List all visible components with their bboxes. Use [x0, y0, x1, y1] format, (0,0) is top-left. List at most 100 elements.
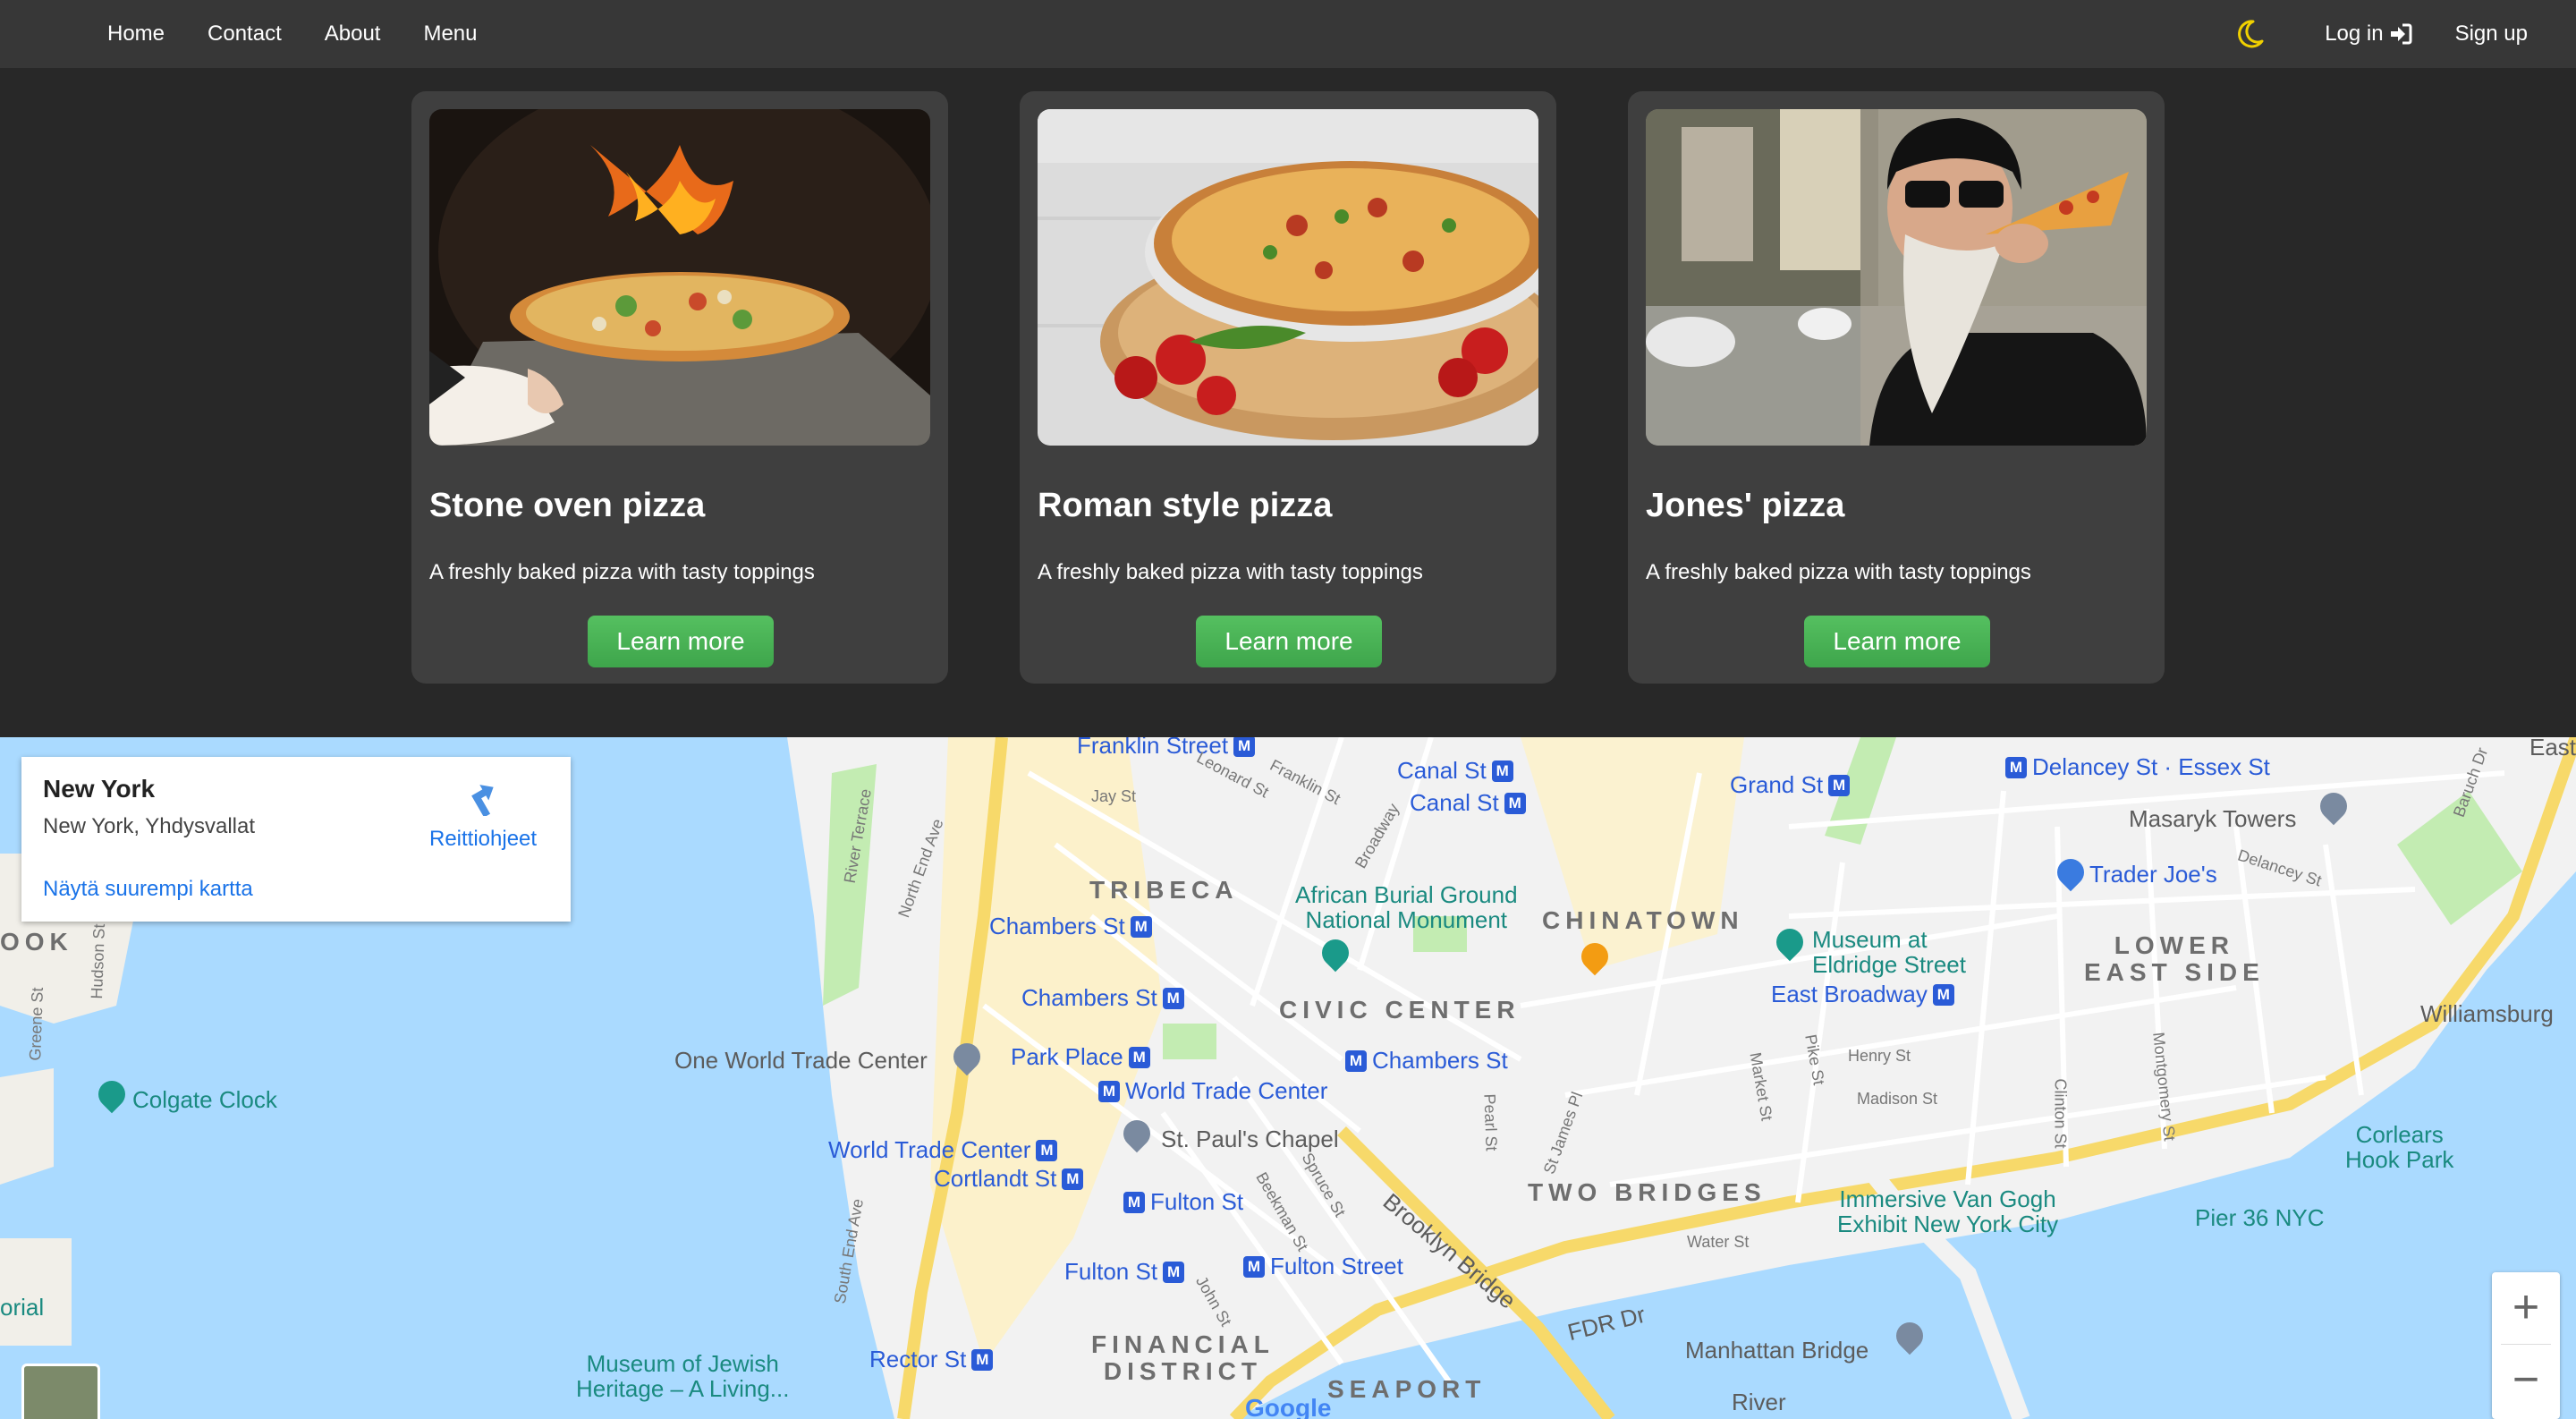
metro-icon: M — [1828, 774, 1851, 796]
directions-link[interactable]: Reittiohjeet — [429, 827, 537, 852]
learn-more-button[interactable]: Learn more — [1804, 616, 1990, 667]
card-description: A freshly baked pizza with tasty topping… — [1038, 560, 1423, 584]
place-label[interactable]: African Burial Ground National Monument — [1295, 882, 1518, 932]
subway-station[interactable]: M World Trade Center — [1093, 1077, 1327, 1105]
subway-station[interactable]: M Fulton Street — [1238, 1253, 1403, 1280]
place-title: New York — [43, 775, 156, 803]
subway-station[interactable]: Fulton St M — [1064, 1258, 1190, 1286]
station-label: World Trade Center — [828, 1136, 1031, 1163]
station-label: Chambers St — [1372, 1047, 1508, 1074]
metro-icon: M — [1098, 1080, 1120, 1102]
card-title: Roman style pizza — [1038, 487, 1333, 524]
station-label: Fulton Street — [1270, 1253, 1403, 1279]
pizza-card: Jones' pizza A freshly baked pizza with … — [1628, 91, 2165, 684]
nav-about-link[interactable]: About — [303, 21, 402, 47]
login-label: Log in — [2325, 21, 2384, 46]
metro-icon: M — [1491, 760, 1513, 782]
place-label[interactable]: St. Paul's Chapel — [1161, 1126, 1339, 1153]
metro-icon: M — [1504, 792, 1526, 814]
map-info-card: New York New York, Yhdysvallat Näytä suu… — [21, 757, 571, 922]
place-label[interactable]: Williamsburg — [2420, 1000, 2554, 1028]
metro-icon: M — [1163, 1261, 1185, 1283]
place-label[interactable]: Manhattan Bridge — [1685, 1337, 1868, 1364]
subway-station[interactable]: World Trade Center M — [828, 1136, 1063, 1164]
nav-right: Log in Sign up — [2232, 16, 2549, 52]
larger-map-link[interactable]: Näytä suurempi kartta — [43, 877, 253, 902]
learn-more-button[interactable]: Learn more — [588, 616, 774, 667]
stone-oven-pizza-image — [429, 109, 930, 446]
pizza-card: Roman style pizza A freshly baked pizza … — [1020, 91, 1556, 684]
subway-station[interactable]: Cortlandt St M — [934, 1165, 1089, 1193]
embedded-map[interactable]: New York New York, Yhdysvallat Näytä suu… — [0, 737, 2576, 1419]
metro-icon: M — [1128, 1046, 1150, 1068]
zoom-controls: + − — [2492, 1272, 2560, 1419]
login-link[interactable]: Log in — [2303, 21, 2433, 47]
subway-station[interactable]: Franklin Street M — [1077, 737, 1260, 760]
subway-station[interactable]: East Broadway M — [1771, 981, 1960, 1008]
metro-icon: M — [1243, 1255, 1265, 1278]
zoom-out-button[interactable]: − — [2492, 1345, 2560, 1416]
metro-icon: M — [1123, 1191, 1145, 1213]
district-label: TRIBECA — [1089, 876, 1239, 904]
station-label: Delancey St · Essex St — [2032, 753, 2270, 780]
directions-icon[interactable] — [469, 777, 508, 816]
district-label: TWO BRIDGES — [1528, 1178, 1767, 1206]
subway-station[interactable]: Canal St M — [1397, 757, 1519, 785]
station-label: Fulton St — [1150, 1188, 1244, 1215]
district-label: CIVIC CENTER — [1279, 996, 1521, 1024]
jones-pizza-image — [1646, 109, 2147, 446]
place-label[interactable]: Masaryk Towers — [2129, 805, 2296, 833]
card-description: A freshly baked pizza with tasty topping… — [429, 560, 815, 584]
station-label: Chambers St — [1021, 984, 1157, 1011]
subway-station[interactable]: M Delancey St · Essex St — [2000, 753, 2270, 781]
street-label: Henry St — [1848, 1047, 1911, 1065]
metro-icon: M — [1233, 737, 1256, 757]
subway-station[interactable]: Park Place M — [1011, 1043, 1156, 1071]
street-label: East R — [2529, 737, 2576, 760]
subway-station[interactable]: M Fulton St — [1118, 1188, 1243, 1216]
card-title: Jones' pizza — [1646, 487, 1845, 524]
place-label[interactable]: Immersive Van Gogh Exhibit New York City — [1837, 1186, 2058, 1236]
pizza-card: Stone oven pizza A freshly baked pizza w… — [411, 91, 948, 684]
moon-icon[interactable] — [2232, 16, 2267, 52]
nav-contact-link[interactable]: Contact — [186, 21, 303, 47]
district-label: SEAPORT — [1327, 1375, 1487, 1403]
subway-station[interactable]: Canal St M — [1410, 789, 1531, 817]
place-label[interactable]: One World Trade Center — [674, 1047, 928, 1075]
subway-station[interactable]: Chambers St M — [989, 913, 1157, 940]
pizza-cards: Stone oven pizza A freshly baked pizza w… — [411, 91, 2165, 684]
nav-menu-link[interactable]: Menu — [402, 21, 498, 47]
subway-station[interactable]: Grand St M — [1730, 771, 1855, 799]
satellite-toggle-button[interactable] — [21, 1364, 100, 1419]
place-label: orial — [0, 1294, 45, 1321]
place-label[interactable]: Trader Joe's — [2089, 861, 2217, 888]
street-label: Madison St — [1857, 1090, 1938, 1108]
sign-in-icon — [2390, 23, 2412, 45]
street-label: Greene St — [26, 987, 47, 1061]
place-label[interactable]: Museum at Eldridge Street — [1812, 927, 1966, 977]
metro-icon: M — [1062, 1168, 1084, 1190]
metro-icon: M — [2005, 756, 2027, 778]
subway-station[interactable]: M Chambers St — [1340, 1047, 1508, 1075]
street-label: Clinton St — [2051, 1078, 2070, 1149]
subway-station[interactable]: Rector St M — [869, 1346, 998, 1373]
station-label: East Broadway — [1771, 981, 1928, 1007]
metro-icon: M — [1036, 1139, 1058, 1161]
zoom-in-button[interactable]: + — [2492, 1272, 2560, 1344]
google-logo-text: Google — [1245, 1394, 1332, 1419]
subway-station[interactable]: Chambers St M — [1021, 984, 1190, 1012]
place-label[interactable]: Pier 36 NYC — [2195, 1204, 2325, 1232]
district-label: FINANCIAL DISTRICT — [1091, 1330, 1275, 1385]
place-label[interactable]: Colgate Clock — [132, 1086, 277, 1114]
place-label[interactable]: Corlears Hook Park — [2345, 1122, 2453, 1172]
signup-link[interactable]: Sign up — [2434, 21, 2549, 47]
place-label[interactable]: Museum of Jewish Heritage – A Living... — [576, 1351, 789, 1401]
nav-home-link[interactable]: Home — [86, 21, 186, 47]
metro-icon: M — [1932, 983, 1954, 1006]
station-label: Canal St — [1410, 789, 1499, 816]
metro-icon: M — [1162, 987, 1184, 1009]
station-label: Rector St — [869, 1346, 967, 1372]
learn-more-button[interactable]: Learn more — [1196, 616, 1382, 667]
nav-links: Home Contact About Menu — [86, 21, 499, 47]
street-label: Pearl St — [1480, 1093, 1501, 1151]
